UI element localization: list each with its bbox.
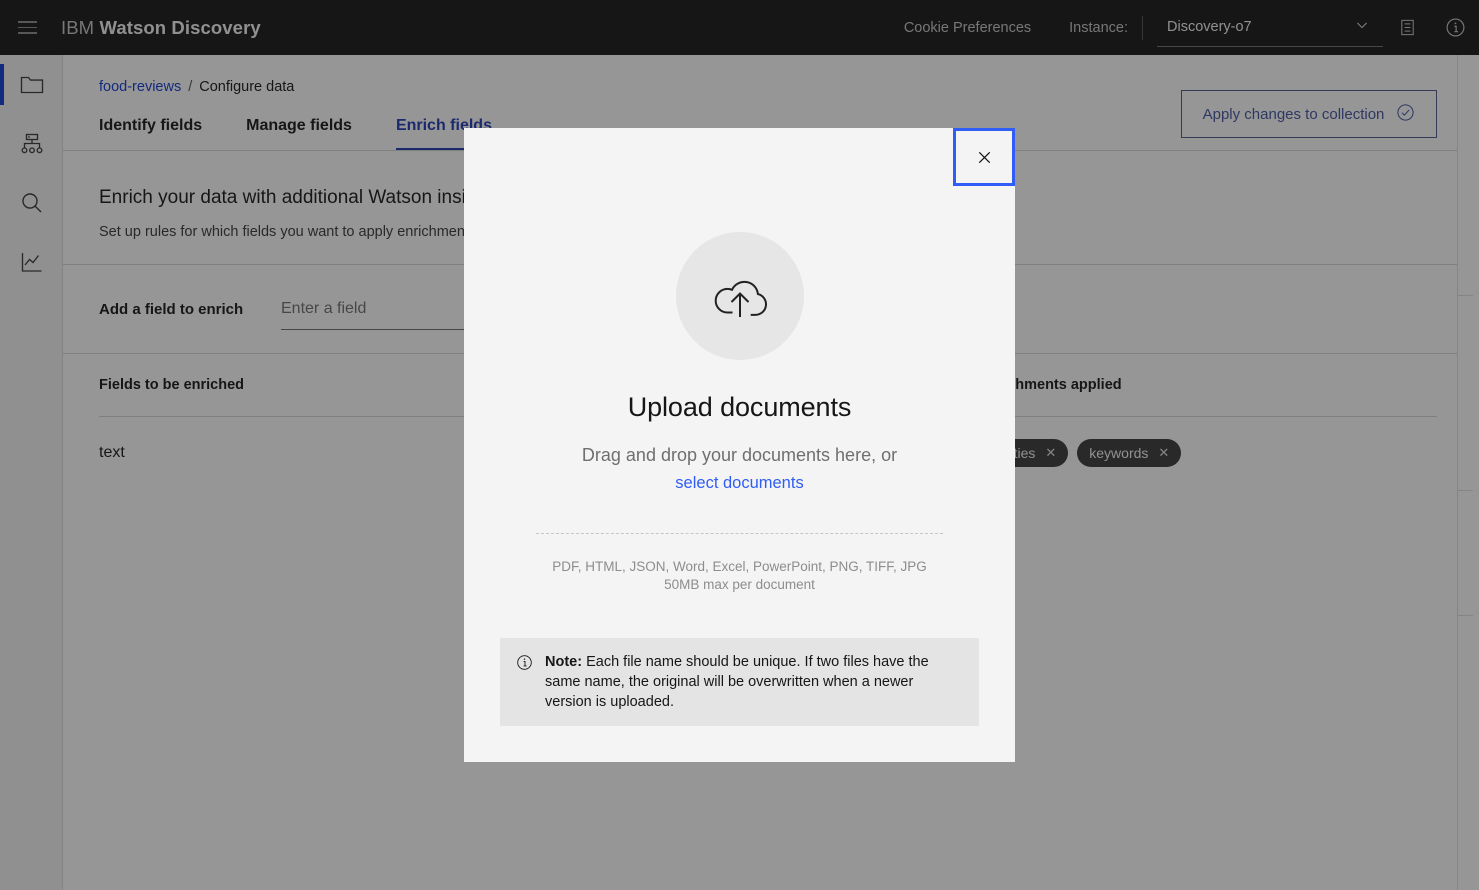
information-icon (516, 652, 533, 676)
note-label: Note: (545, 654, 583, 670)
dashed-divider (536, 533, 943, 534)
note-body: Each file name should be unique. If two … (545, 654, 929, 710)
select-documents-link[interactable]: select documents (464, 474, 1015, 493)
note-banner: Note: Each file name should be unique. I… (500, 638, 979, 726)
cloud-upload-icon (675, 232, 804, 360)
upload-documents-modal: Upload documents Drag and drop your docu… (464, 128, 1015, 762)
modal-title: Upload documents (627, 392, 852, 422)
formats-line-2: 50MB max per document (664, 577, 815, 592)
supported-formats: PDF, HTML, JSON, Word, Excel, PowerPoint… (464, 558, 1015, 594)
formats-line-1: PDF, HTML, JSON, Word, Excel, PowerPoint… (552, 559, 927, 574)
app-root: IBM Watson Discovery Cookie Preferences … (0, 0, 1479, 890)
close-modal-button[interactable] (953, 128, 1015, 186)
note-text: Note: Each file name should be unique. I… (545, 652, 963, 712)
drag-and-drop-text: Drag and drop your documents here, or (581, 445, 898, 465)
close-icon (978, 151, 990, 163)
